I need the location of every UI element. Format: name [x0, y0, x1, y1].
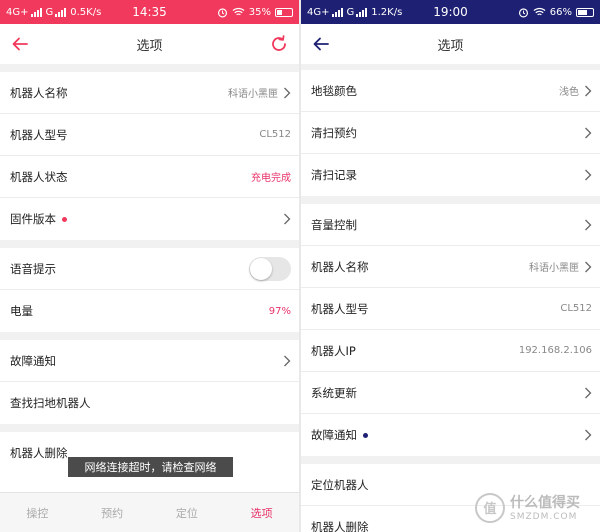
- row-label: 机器人名称: [311, 259, 369, 274]
- row-label: 机器人IP: [311, 343, 356, 358]
- chevron-right-icon: [585, 387, 592, 398]
- row-label: 机器人名称: [10, 85, 68, 100]
- page-title: 选项: [136, 38, 163, 54]
- chevron-right-icon: [284, 213, 291, 225]
- carpet-color-value: 浅色: [559, 87, 579, 98]
- new-badge-dot: [363, 432, 368, 438]
- robot-name-row[interactable]: 机器人名称 科语小黑匣: [0, 72, 299, 114]
- alarm-icon: [518, 7, 528, 17]
- tab-options[interactable]: 选项: [224, 493, 299, 532]
- robot-model-row: 机器人型号 CL512: [301, 288, 600, 330]
- battery-value: 97%: [268, 305, 291, 317]
- firmware-row[interactable]: 固件版本: [0, 198, 299, 240]
- nav-header: 选项: [301, 24, 600, 64]
- left-phone-screen: 4G+ G 0.5K/s 14:35 35% 选项 机器人名称 科语小黑匣 机器…: [0, 0, 299, 532]
- battery-row: 电量 97%: [0, 290, 299, 332]
- robot-ip-row: 机器人IP 192.168.2.106: [301, 330, 600, 372]
- robot-status-row: 机器人状态 充电完成: [0, 156, 299, 198]
- status-bar: 4G+ G 0.5K/s 14:35 35%: [0, 0, 299, 24]
- fault-notice-row[interactable]: 故障通知: [301, 414, 600, 456]
- row-label: 故障通知: [10, 353, 56, 368]
- row-label: 机器人状态: [10, 169, 68, 184]
- row-label: 机器人型号: [10, 127, 68, 142]
- bottom-tab-bar: 操控 预约 定位 选项: [0, 492, 299, 532]
- right-phone-screen: 4G+ G 1.2K/s 19:00 66% 选项 地毯颜色 浅色 清扫预约 清…: [301, 0, 600, 532]
- fault-notice-row[interactable]: 故障通知: [0, 340, 299, 382]
- row-label: 语音提示: [10, 261, 56, 276]
- find-robot-row[interactable]: 查找扫地机器人: [0, 382, 299, 424]
- robot-ip-value: 192.168.2.106: [518, 345, 592, 356]
- row-label: 查找扫地机器人: [10, 396, 91, 410]
- status-bar: 4G+ G 1.2K/s 19:00 66%: [301, 0, 600, 24]
- chevron-right-icon: [585, 429, 592, 441]
- chevron-right-icon: [585, 85, 592, 96]
- chevron-right-icon: [585, 261, 592, 272]
- robot-model-value: CL512: [259, 129, 291, 140]
- robot-name-row[interactable]: 机器人名称 科语小黑匣: [301, 246, 600, 288]
- watermark-url: SMZDM.COM: [510, 512, 578, 522]
- row-label: 电量: [10, 304, 33, 318]
- alarm-icon: [217, 7, 227, 17]
- row-label: 故障通知: [311, 428, 357, 442]
- back-arrow-icon[interactable]: [311, 34, 331, 54]
- row-label: 机器人删除: [311, 520, 369, 532]
- tab-schedule[interactable]: 预约: [75, 493, 150, 532]
- clean-schedule-row[interactable]: 清扫预约: [301, 112, 600, 154]
- wifi-icon: [232, 7, 245, 16]
- battery-percent: 66%: [549, 6, 572, 18]
- carpet-color-row[interactable]: 地毯颜色 浅色: [301, 64, 600, 112]
- chevron-right-icon: [284, 87, 291, 98]
- robot-model-value: CL512: [560, 303, 592, 314]
- tab-control[interactable]: 操控: [0, 493, 75, 532]
- robot-status-value: 充电完成: [251, 173, 291, 184]
- new-badge-dot: [62, 216, 67, 222]
- toast-message: 网络连接超时，请检查网络: [68, 457, 233, 477]
- row-label: 机器人型号: [311, 301, 369, 316]
- chevron-right-icon: [585, 169, 592, 181]
- system-update-row[interactable]: 系统更新: [301, 372, 600, 414]
- voice-prompt-row: 语音提示: [0, 248, 299, 290]
- battery-icon: [576, 7, 594, 17]
- row-label: 音量控制: [311, 217, 357, 232]
- robot-name-value: 科语小黑匣: [228, 89, 278, 100]
- chevron-right-icon: [284, 355, 291, 366]
- row-label: 机器人删除: [10, 446, 68, 460]
- battery-icon: [275, 7, 293, 17]
- row-label: 清扫预约: [311, 125, 357, 140]
- refresh-icon[interactable]: [269, 34, 289, 54]
- clean-record-row[interactable]: 清扫记录: [301, 154, 600, 196]
- tab-locate[interactable]: 定位: [150, 493, 225, 532]
- smzdm-watermark: 值 什么值得买 SMZDM.COM: [474, 488, 592, 528]
- row-label: 固件版本: [10, 212, 56, 226]
- chevron-right-icon: [585, 219, 592, 230]
- page-title: 选项: [437, 38, 464, 54]
- robot-name-value: 科语小黑匣: [529, 263, 579, 274]
- row-label: 定位机器人: [311, 477, 369, 492]
- volume-row[interactable]: 音量控制: [301, 204, 600, 246]
- row-label: 清扫记录: [311, 168, 357, 182]
- smzdm-logo-icon: 值: [475, 493, 505, 523]
- watermark-name: 什么值得买: [510, 495, 580, 511]
- chevron-right-icon: [585, 127, 592, 138]
- svg-text:值: 值: [483, 501, 496, 517]
- voice-prompt-toggle[interactable]: [249, 256, 291, 281]
- battery-percent: 35%: [248, 6, 271, 18]
- back-arrow-icon[interactable]: [10, 34, 30, 54]
- nav-header: 选项: [0, 24, 299, 64]
- row-label: 地毯颜色: [311, 83, 357, 98]
- robot-model-row: 机器人型号 CL512: [0, 114, 299, 156]
- row-label: 系统更新: [311, 385, 357, 400]
- wifi-icon: [533, 7, 546, 16]
